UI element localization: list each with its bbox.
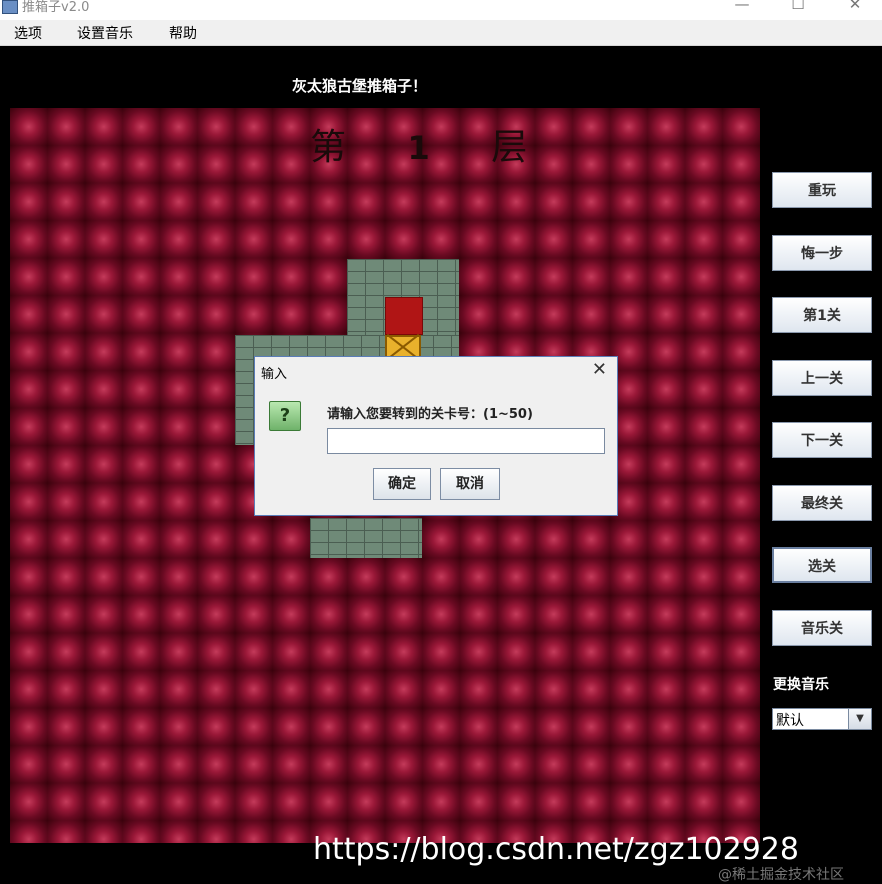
level-title: 第 1 层 — [310, 118, 529, 170]
level-number-input[interactable] — [327, 428, 605, 454]
chevron-down-icon[interactable]: ▼ — [848, 709, 871, 729]
dialog-close-button[interactable]: ✕ — [592, 359, 607, 380]
ok-button[interactable]: 确定 — [373, 468, 431, 500]
input-dialog: 输入 ✕ ? 请输入您要转到的关卡号：(1~50) 确定 取消 — [254, 356, 618, 516]
cancel-button[interactable]: 取消 — [440, 468, 500, 500]
close-window-button[interactable]: ✕ — [840, 0, 870, 13]
window-title: 推箱子v2.0 — [22, 0, 90, 15]
minimize-button[interactable]: — — [727, 0, 757, 13]
watermark-url: https://blog.csdn.net/zgz102928 — [313, 832, 799, 867]
menu-music-settings[interactable]: 设置音乐 — [77, 23, 133, 43]
goal-tile — [385, 297, 423, 335]
music-select[interactable]: 默认 ▼ — [772, 708, 872, 730]
game-caption: 灰太狼古堡推箱子！ — [292, 77, 428, 95]
wall-block — [310, 518, 422, 558]
next-level-button[interactable]: 下一关 — [772, 422, 872, 458]
undo-button[interactable]: 悔一步 — [772, 235, 872, 271]
level-number: 1 — [407, 129, 432, 167]
level-prefix: 第 — [310, 127, 349, 168]
menu-options[interactable]: 选项 — [14, 23, 42, 43]
select-level-button[interactable]: 选关 — [772, 547, 872, 583]
question-icon: ? — [269, 401, 301, 431]
app-icon — [2, 0, 18, 14]
music-select-value: 默认 — [776, 713, 804, 729]
level-suffix: 层 — [491, 127, 530, 168]
menu-bar: 选项 设置音乐 帮助 — [0, 20, 882, 46]
maximize-button[interactable]: ☐ — [783, 0, 813, 13]
first-level-button[interactable]: 第1关 — [772, 297, 872, 333]
dialog-message: 请输入您要转到的关卡号：(1~50) — [327, 407, 533, 422]
previous-level-button[interactable]: 上一关 — [772, 360, 872, 396]
watermark-site: @稀土掘金技术社区 — [718, 867, 844, 883]
music-off-button[interactable]: 音乐关 — [772, 610, 872, 646]
window-titlebar: 推箱子v2.0 — ☐ ✕ — [0, 0, 882, 20]
menu-help[interactable]: 帮助 — [169, 23, 197, 43]
dialog-title: 输入 — [261, 367, 288, 382]
last-level-button[interactable]: 最终关 — [772, 485, 872, 521]
change-music-label: 更换音乐 — [773, 677, 829, 693]
replay-button[interactable]: 重玩 — [772, 172, 872, 208]
